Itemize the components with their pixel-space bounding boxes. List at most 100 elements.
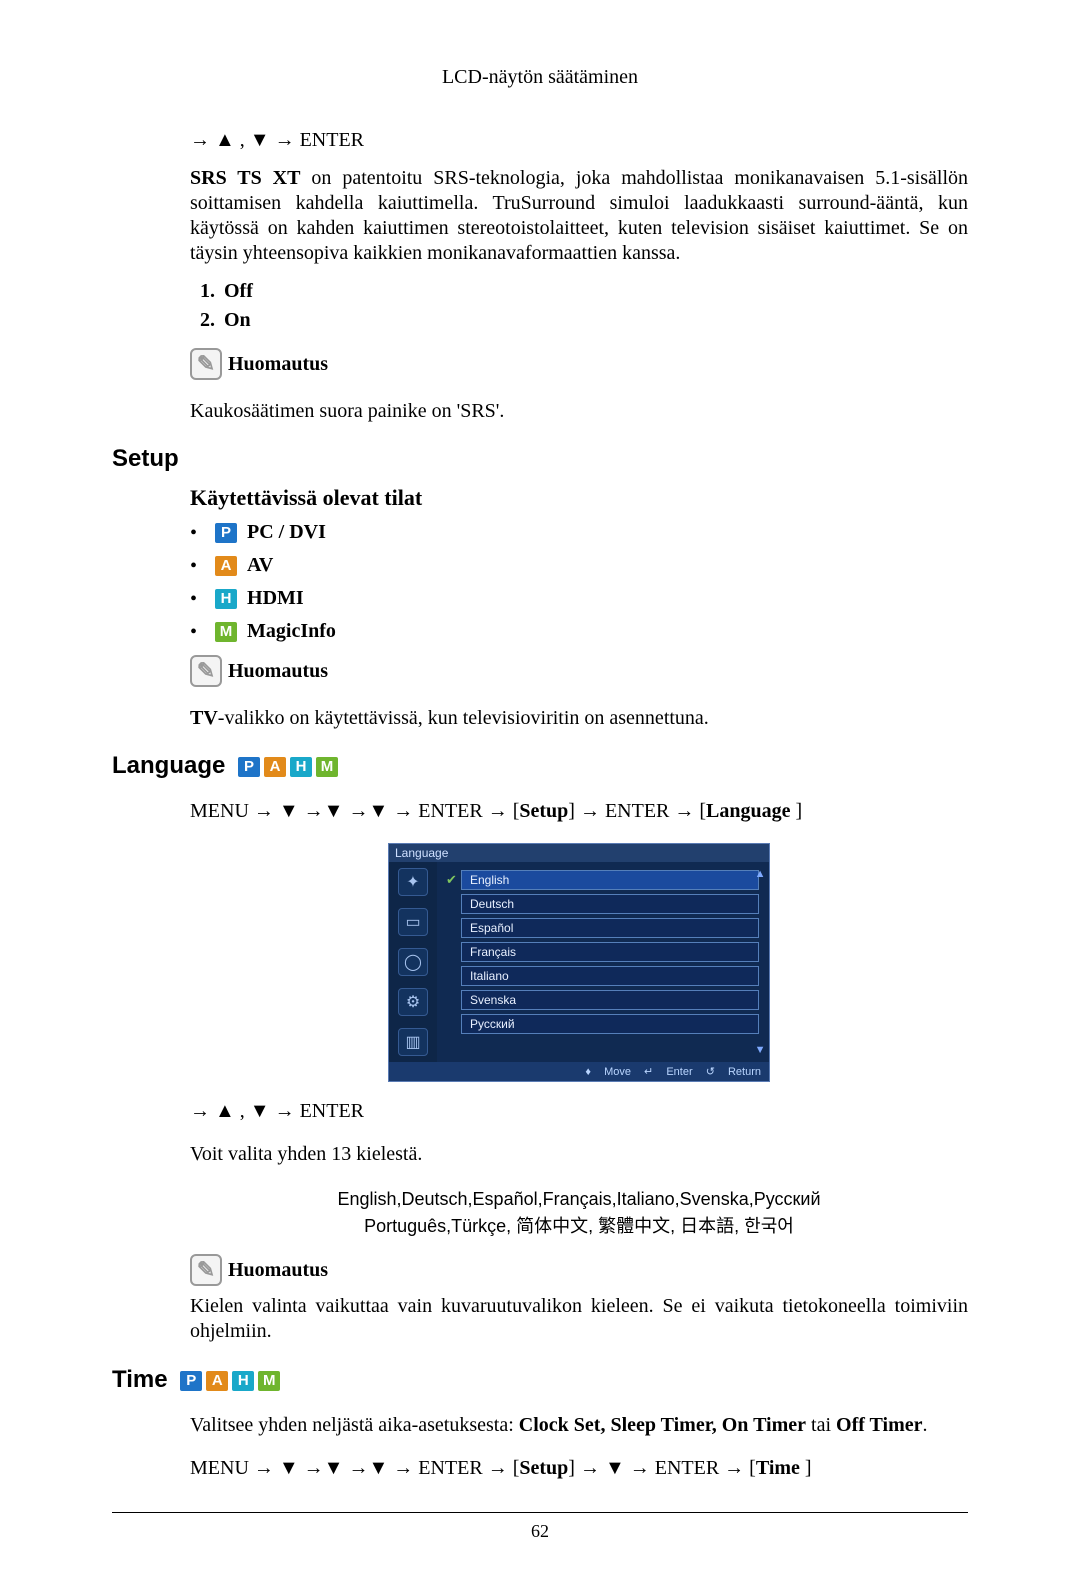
setup-heading: Setup (112, 445, 968, 473)
srs-nav-sequence: → ▲ , ▼ → ENTER (190, 129, 968, 152)
osd-setup-icon: ⚙ (398, 988, 428, 1016)
time-desc-pre: Valitsee yhden neljästä aika-asetuksesta… (190, 1414, 519, 1436)
mode-hdmi-label: HDMI (247, 587, 304, 610)
time-menu-path: MENU → ▼ →▼ →▼ → ENTER → [Setup] → ▼ → E… (190, 1457, 968, 1480)
srs-option-off: Off (220, 280, 968, 303)
h-badge-icon: H (232, 1371, 254, 1391)
osd-item-english: ✔English (461, 870, 759, 890)
osd-multi-icon: ▥ (398, 1028, 428, 1056)
note-icon: ✎ (190, 1254, 222, 1286)
srs-body-text: on patentoitu SRS-teknologia, joka mahdo… (190, 167, 968, 264)
osd-scrollbar: ▲▼ (755, 868, 765, 1056)
time-title: Time (112, 1366, 168, 1393)
time-desc-end: . (923, 1414, 928, 1436)
path-segment: MENU → ▼ →▼ →▼ → ENTER → [ (190, 800, 519, 822)
document-header: LCD-näytön säätäminen (112, 66, 968, 89)
osd-item-label: Русский (470, 1017, 515, 1031)
setup-note-heading: ✎ Huomautus (190, 655, 968, 687)
mode-magicinfo-label: MagicInfo (247, 620, 336, 643)
time-description: Valitsee yhden neljästä aika-asetuksesta… (190, 1414, 968, 1437)
a-badge-icon: A (215, 556, 237, 576)
time-desc-last: Off Timer (836, 1414, 922, 1436)
osd-item-label: English (470, 873, 509, 887)
page-number: 62 (112, 1521, 968, 1542)
language-mode-badges: P A H M (238, 757, 338, 777)
osd-item-label: Italiano (470, 969, 509, 983)
h-badge-icon: H (290, 757, 312, 777)
path-segment: ] (791, 800, 803, 822)
p-badge-icon: P (238, 757, 260, 777)
mode-magicinfo: M MagicInfo (190, 620, 968, 643)
mode-list: P PC / DVI A AV H HDMI M MagicInfo (190, 521, 968, 643)
language-nav-sequence: → ▲ , ▼ → ENTER (190, 1100, 968, 1123)
scroll-up-icon: ▲ (755, 868, 766, 880)
page-separator (112, 1512, 968, 1513)
path-time: Time (756, 1457, 800, 1479)
h-badge-icon: H (215, 589, 237, 609)
path-segment: MENU → ▼ →▼ →▼ → ENTER → [ (190, 1457, 519, 1479)
osd-item-label: Svenska (470, 993, 516, 1007)
setup-note-rest: -valikko on käytettävissä, kun televisio… (218, 707, 709, 729)
srs-option-on: On (220, 309, 968, 332)
language-osd-menu: Language ✦ ▭ ◯ ⚙ ▥ ✔English Deutsch Espa… (388, 843, 770, 1082)
a-badge-icon: A (264, 757, 286, 777)
osd-move-hint: ♦ Move (585, 1066, 631, 1078)
osd-item-label: Français (470, 945, 516, 959)
languages-line1: English,Deutsch,Español,Français,Italian… (190, 1186, 968, 1213)
osd-return-label: Return (728, 1066, 761, 1078)
path-segment: ] → ENTER → [ (568, 800, 706, 822)
setup-note-label: Huomautus (228, 660, 328, 683)
language-menu-path: MENU → ▼ →▼ →▼ → ENTER → [Setup] → ENTER… (190, 800, 968, 823)
language-note-text: Kielen valinta vaikuttaa vain kuvaruutuv… (190, 1294, 968, 1344)
p-badge-icon: P (180, 1371, 202, 1391)
language-title: Language (112, 752, 225, 779)
m-badge-icon: M (215, 622, 237, 642)
mode-av-label: AV (247, 554, 273, 577)
osd-enter-label: Enter (666, 1066, 692, 1078)
time-desc-items: Clock Set, Sleep Timer, On Timer (519, 1414, 806, 1436)
m-badge-icon: M (316, 757, 338, 777)
osd-item-deutsch: Deutsch (461, 894, 759, 914)
setup-note-text: TV-valikko on käytettävissä, kun televis… (190, 707, 968, 730)
srs-note-label: Huomautus (228, 353, 328, 376)
osd-input-icon: ✦ (398, 868, 428, 896)
language-heading: Language P A H M (112, 752, 968, 780)
path-segment: ] (800, 1457, 812, 1479)
path-segment: ] → ▼ → ENTER → [ (568, 1457, 756, 1479)
osd-item-italiano: Italiano (461, 966, 759, 986)
osd-item-label: Español (470, 921, 513, 935)
time-mode-badges: P A H M (180, 1371, 280, 1391)
note-icon: ✎ (190, 655, 222, 687)
osd-language-list: ✔English Deutsch Español Français Italia… (437, 862, 769, 1062)
path-setup: Setup (519, 800, 568, 822)
osd-enter-hint: ↵ Enter (644, 1066, 693, 1078)
osd-sound-icon: ◯ (398, 948, 428, 976)
scroll-down-icon: ▼ (755, 1044, 766, 1056)
osd-title: Language (389, 844, 769, 862)
osd-item-russian: Русский (461, 1014, 759, 1034)
osd-item-label: Deutsch (470, 897, 514, 911)
a-badge-icon: A (206, 1371, 228, 1391)
srs-options-list: Off On (190, 280, 968, 332)
srs-lead: SRS TS XT (190, 167, 300, 189)
mode-pc-dvi-label: PC / DVI (247, 521, 326, 544)
p-badge-icon: P (215, 523, 237, 543)
language-note-heading: ✎ Huomautus (190, 1254, 968, 1286)
language-choose-text: Voit valita yhden 13 kielestä. (190, 1143, 968, 1166)
osd-sidebar: ✦ ▭ ◯ ⚙ ▥ (389, 862, 437, 1062)
language-note-label: Huomautus (228, 1259, 328, 1282)
available-modes-heading: Käytettävissä olevat tilat (190, 485, 968, 511)
osd-footer: ♦ Move ↵ Enter ↺ Return (389, 1062, 769, 1081)
osd-item-francais: Français (461, 942, 759, 962)
setup-note-lead: TV (190, 707, 218, 729)
note-icon: ✎ (190, 348, 222, 380)
mode-hdmi: H HDMI (190, 587, 968, 610)
mode-pc-dvi: P PC / DVI (190, 521, 968, 544)
srs-note-heading: ✎ Huomautus (190, 348, 968, 380)
language-image-list: English,Deutsch,Español,Français,Italian… (190, 1186, 968, 1240)
osd-item-svenska: Svenska (461, 990, 759, 1010)
languages-line2: Português,Türkçe, 简体中文, 繁體中文, 日本語, 한국어 (190, 1213, 968, 1240)
osd-move-label: Move (604, 1066, 631, 1078)
time-desc-or: tai (806, 1414, 836, 1436)
osd-picture-icon: ▭ (398, 908, 428, 936)
